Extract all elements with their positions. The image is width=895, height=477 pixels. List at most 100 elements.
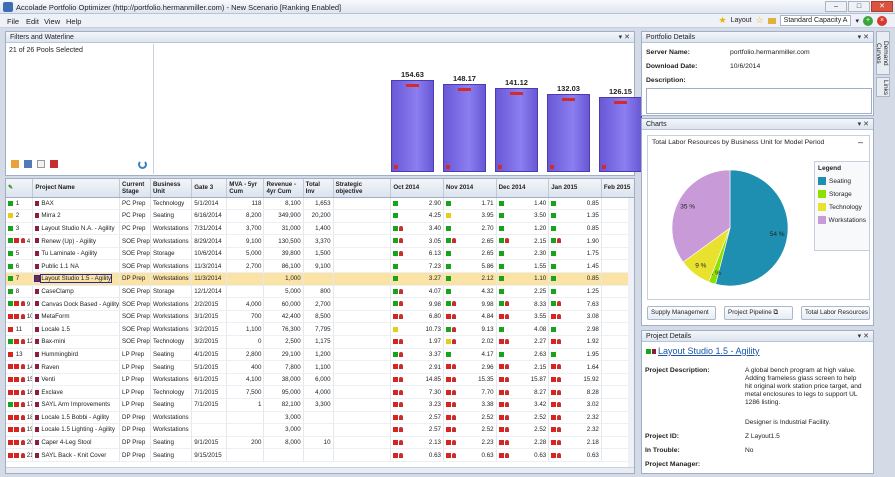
- table-row[interactable]: 17 SAYL Arm Improvements LP PrepSeating7/1…: [6, 398, 634, 412]
- table-row[interactable]: 12 Bax-mini SOE PrepTechnology3/2/201502,5…: [6, 335, 634, 349]
- project-name-cell[interactable]: Public 1.1 NA: [32, 259, 120, 274]
- column-header[interactable]: ✎: [6, 179, 34, 198]
- refresh-icon[interactable]: [138, 160, 147, 169]
- table-row[interactable]: 10 MetaForm SOE PrepWorkstations3/1/201570…: [6, 310, 634, 324]
- panel-pin-icon[interactable]: ▾ ✕: [619, 33, 630, 41]
- horizontal-scrollbar[interactable]: [6, 467, 634, 473]
- menu-view[interactable]: View: [44, 17, 60, 26]
- table-row[interactable]: 18 Locale 1.5 Bobbi - Agility DP PrepWorks…: [6, 411, 634, 425]
- waterline-bar[interactable]: [443, 84, 486, 172]
- tab-links[interactable]: Links: [876, 77, 890, 97]
- project-pipeline-button[interactable]: Project Pipeline ⧉: [724, 306, 793, 320]
- people-icon[interactable]: [24, 160, 32, 168]
- menu-file[interactable]: File: [7, 17, 19, 26]
- project-name-cell[interactable]: Tu Laminate - Agility: [32, 247, 120, 261]
- minimize-button[interactable]: –: [825, 1, 847, 12]
- project-name-cell[interactable]: Locale 1.5 Lighting - Agility: [32, 423, 120, 437]
- project-name-cell[interactable]: Layout Studio 1.5 - Agility: [32, 272, 120, 286]
- table-row[interactable]: 19 Locale 1.5 Lighting - Agility DP PrepWo…: [6, 423, 634, 437]
- menu-edit[interactable]: Edit: [26, 17, 39, 26]
- star-icon[interactable]: ☆: [756, 15, 764, 26]
- table-row[interactable]: 1 BAX PC Prep Technology 5/1/2014 118 8,100 1,6…: [6, 197, 634, 211]
- close-button[interactable]: ✕: [871, 1, 893, 12]
- table-row[interactable]: 13 Hummingbird LP Prep Seating 4/1/2015 2,800…: [6, 348, 634, 362]
- table-row[interactable]: 15 Venti LP PrepWorkstations6/1/20154,1003…: [6, 373, 634, 387]
- project-name-cell[interactable]: Exclave: [32, 385, 120, 399]
- waterline-bar[interactable]: [547, 94, 590, 172]
- project-name-cell[interactable]: Raven: [32, 360, 120, 374]
- waterline-marker: [562, 98, 575, 101]
- waterline-bar[interactable]: [391, 80, 434, 172]
- panel-pin-icon[interactable]: ▾ ✕: [858, 332, 869, 340]
- project-name-cell[interactable]: Locale 1.5 Bobbi - Agility: [32, 411, 120, 425]
- project-name-cell[interactable]: Hummingbird: [32, 348, 120, 362]
- column-header[interactable]: Current Stage: [119, 179, 151, 198]
- table-row[interactable]: 21 SAYL Back - Knit Cover DP PrepSeating9/…: [6, 448, 634, 462]
- project-name-cell[interactable]: Canvas Dock Based - Agility: [32, 297, 120, 311]
- dropdown-arrow-icon[interactable]: ▾: [855, 17, 859, 25]
- month-cell: 0.63: [390, 448, 444, 462]
- total-labor-button[interactable]: Total Labor Resources by...: [801, 306, 870, 320]
- pools-list[interactable]: [10, 44, 154, 174]
- month-value: 4.08: [534, 325, 547, 333]
- waterline-bar[interactable]: [495, 88, 538, 172]
- layout-button[interactable]: Layout: [731, 17, 752, 24]
- table-row[interactable]: 3 Layout Studio N.A. - Agility PC Prep Work…: [6, 222, 634, 236]
- maximize-button[interactable]: □: [848, 1, 870, 12]
- table-row[interactable]: 9 Canvas Dock Based - Agility SOE Prep Work…: [6, 297, 634, 311]
- project-name-cell[interactable]: BAX: [32, 197, 120, 211]
- waterline-bar[interactable]: [599, 97, 642, 172]
- column-header[interactable]: Feb 2015: [601, 179, 634, 198]
- table-row[interactable]: 8 CaseClamp SOE Prep Storage 12/1/2014 5,000 8…: [6, 285, 634, 299]
- table-row[interactable]: 14 Raven LP PrepSeating5/1/20154007,8001,1…: [6, 360, 634, 374]
- supply-management-button[interactable]: Supply Management: [647, 306, 716, 320]
- filter-clear-icon[interactable]: [50, 160, 58, 168]
- column-header[interactable]: Project Name: [32, 179, 120, 198]
- add-icon[interactable]: +: [863, 15, 873, 26]
- remove-icon[interactable]: ×: [877, 15, 887, 26]
- tab-demand-curves[interactable]: Demand Curves: [875, 31, 890, 75]
- column-header[interactable]: Strategic objective: [333, 179, 392, 198]
- column-header[interactable]: MVA - 5yr Cum: [226, 179, 265, 198]
- table-row[interactable]: 11 Locale 1.5 SOE Prep Workstations 3/2/2015…: [6, 322, 634, 337]
- project-name-cell[interactable]: Layout Studio N.A. - Agility: [32, 222, 120, 236]
- column-header[interactable]: Gate 3: [191, 179, 228, 198]
- menu-help[interactable]: Help: [66, 17, 81, 26]
- table-row[interactable]: 6 Public 1.1 NA SOE Prep Workstations 11/3/2…: [6, 259, 634, 274]
- project-name-cell[interactable]: Bax-mini: [32, 335, 120, 349]
- table-row[interactable]: 2 Mirra 2 PC Prep Seating 6/16/2014 8,200 349,…: [6, 209, 634, 223]
- project-name-cell[interactable]: CaseClamp: [32, 285, 120, 299]
- total-inv-cell: [303, 411, 334, 425]
- table-row[interactable]: 5 Tu Laminate - Agility SOE Prep Storage 10/…: [6, 247, 634, 261]
- project-name-cell[interactable]: Renew (Up) - Agility: [32, 234, 120, 248]
- table-row[interactable]: 16 Exclave LP PrepTechnology7/1/20157,5009…: [6, 385, 634, 399]
- column-header[interactable]: Oct 2014: [390, 179, 444, 198]
- document-icon[interactable]: [37, 160, 45, 168]
- column-header[interactable]: Nov 2014: [443, 179, 497, 198]
- column-header[interactable]: Total Inv: [303, 179, 334, 198]
- column-header[interactable]: Dec 2014: [496, 179, 550, 198]
- panel-pin-icon[interactable]: ▾ ✕: [858, 120, 869, 128]
- scenario-select[interactable]: Standard Capacity A: [779, 15, 852, 26]
- description-field[interactable]: [646, 88, 872, 114]
- table-row[interactable]: 4 Renew (Up) - Agility SOE Prep Workstation…: [6, 234, 634, 248]
- star-icon[interactable]: ★: [718, 15, 726, 26]
- pencil-icon[interactable]: ✎: [8, 184, 13, 191]
- column-header[interactable]: Jan 2015: [548, 179, 602, 198]
- project-name-cell[interactable]: MetaForm: [32, 310, 120, 324]
- table-row[interactable]: 20 Caper 4-Leg Stool DP PrepSeating9/1/201…: [6, 436, 634, 450]
- column-header[interactable]: Revenue - 4yr Cum: [263, 179, 304, 198]
- project-name-cell[interactable]: Venti: [32, 373, 120, 387]
- project-name-cell[interactable]: Mirra 2: [32, 209, 120, 223]
- project-name-cell[interactable]: Locale 1.5: [32, 322, 120, 337]
- project-name-cell[interactable]: SAYL Back - Knit Cover: [32, 448, 120, 462]
- project-name-link[interactable]: Layout Studio 1.5 - Agility: [658, 346, 760, 356]
- collapse-icon[interactable]: –: [858, 137, 863, 147]
- column-header[interactable]: Business Unit: [150, 179, 193, 198]
- panel-pin-icon[interactable]: ▾ ✕: [858, 33, 869, 41]
- project-name-cell[interactable]: SAYL Arm Improvements: [32, 398, 120, 412]
- grid-icon[interactable]: [11, 160, 19, 168]
- vertical-scrollbar[interactable]: [628, 198, 634, 473]
- project-name-cell[interactable]: Caper 4-Leg Stool: [32, 436, 120, 450]
- table-row[interactable]: 7 Layout Studio 1.5 - Agility DP Prep Works…: [6, 272, 634, 286]
